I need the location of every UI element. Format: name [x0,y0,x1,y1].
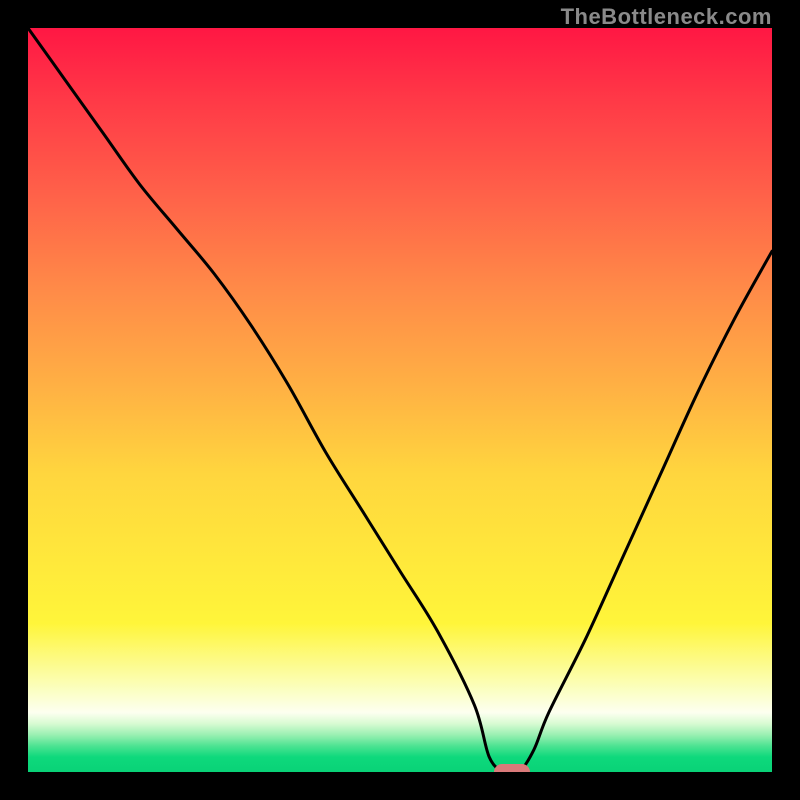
optimal-marker [494,764,530,772]
watermark-text: TheBottleneck.com [561,4,772,30]
curve-layer [28,28,772,772]
plot-area [28,28,772,772]
chart-container: TheBottleneck.com [0,0,800,800]
bottleneck-curve [28,28,772,772]
